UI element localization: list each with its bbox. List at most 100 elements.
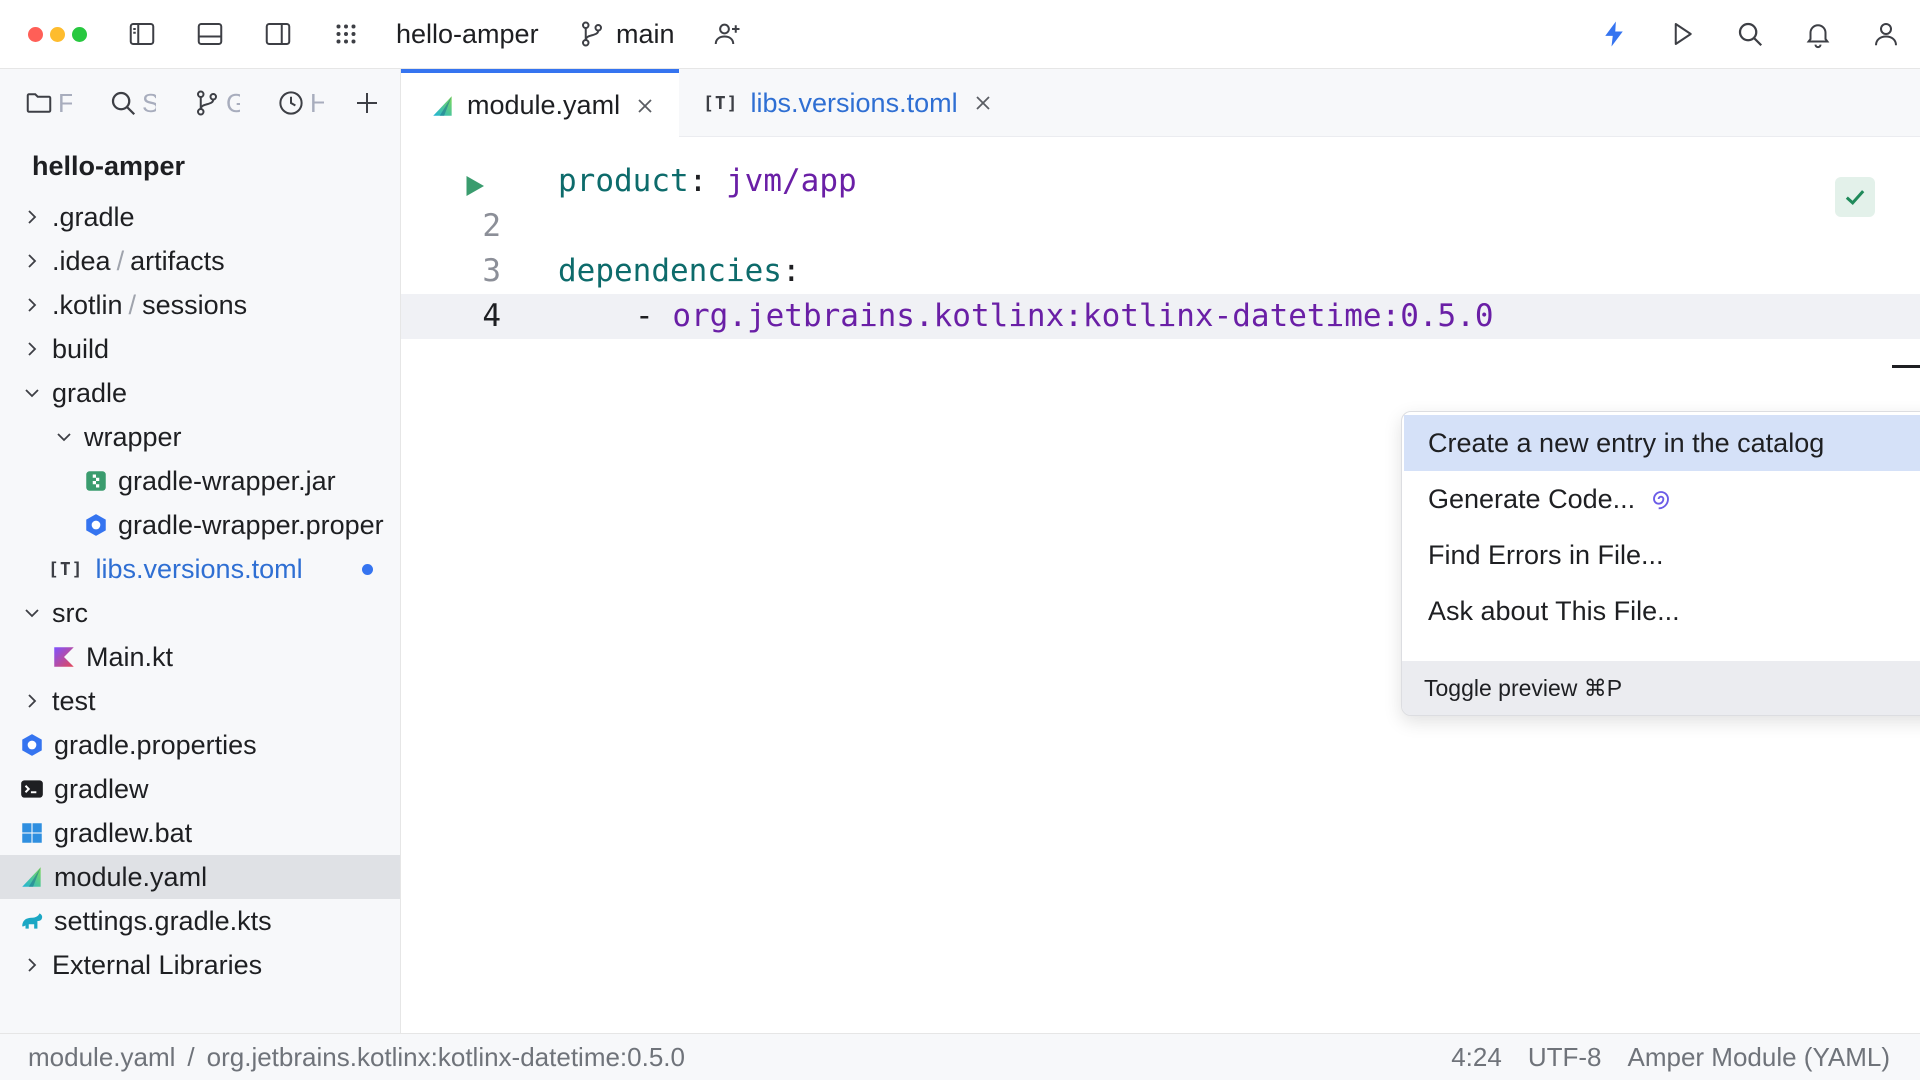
apps-grid-icon[interactable] <box>326 14 366 54</box>
tree-item-settings-gradle-kts[interactable]: settings.gradle.kts <box>0 899 400 943</box>
tree-item-label: gradlew <box>54 773 149 804</box>
chevron-right-icon[interactable] <box>20 249 44 273</box>
editor-area: module.yaml [T] libs.versions.toml produ… <box>401 69 1920 1033</box>
breadcrumb-separator: / <box>187 1042 195 1072</box>
user-icon[interactable] <box>1866 14 1906 54</box>
path-separator: / <box>128 289 137 320</box>
chevron-down-icon[interactable] <box>20 381 44 405</box>
chevron-right-icon[interactable] <box>20 689 44 713</box>
tree-item-gradle-wrapper-jar[interactable]: gradle-wrapper.jar <box>0 459 400 503</box>
yaml-dash: - <box>635 298 673 334</box>
tab-history[interactable]: H <box>276 83 324 123</box>
menu-item-label: Ask about This File... <box>1428 596 1680 626</box>
sidebar-left-icon[interactable] <box>122 14 162 54</box>
tree-item-gradle-properties[interactable]: gradle.properties <box>0 723 400 767</box>
clock-icon <box>279 91 303 115</box>
tab-search-label: S <box>142 87 156 118</box>
bottom-panel-icon[interactable] <box>190 14 230 54</box>
file-type[interactable]: Amper Module (YAML) <box>1628 1034 1891 1080</box>
amper-icon <box>18 863 46 891</box>
lightning-icon[interactable] <box>1594 14 1634 54</box>
tree-item-src[interactable]: src <box>0 591 400 635</box>
editor-tab-bar: module.yaml [T] libs.versions.toml <box>401 69 1920 138</box>
tree-item-label: External Libraries <box>52 949 263 980</box>
tab-module-yaml[interactable]: module.yaml <box>401 69 679 138</box>
tree-item-gradle-wrapper-properties[interactable]: gradle-wrapper.proper <box>0 503 400 547</box>
tree-item-label: gradle-wrapper.proper <box>118 509 384 540</box>
menu-item-ask-about-file[interactable]: Ask about This File... <box>1404 583 1920 639</box>
chevron-right-icon[interactable] <box>20 953 44 977</box>
tree-item-gradle[interactable]: gradle <box>0 371 400 415</box>
menu-item-create-catalog-entry[interactable]: Create a new entry in the catalog <box>1404 415 1920 471</box>
file-encoding[interactable]: UTF-8 <box>1528 1034 1602 1080</box>
tree-item-kotlin[interactable]: .kotlin / sessions <box>0 283 400 327</box>
tree-item-build[interactable]: build <box>0 327 400 371</box>
close-window-button[interactable] <box>28 27 43 42</box>
chevron-down-icon[interactable] <box>52 425 76 449</box>
menu-item-find-errors[interactable]: Find Errors in File... <box>1404 527 1920 583</box>
tree-item-gradlew-bat[interactable]: gradlew.bat <box>0 811 400 855</box>
code-text: - org.jetbrains.kotlinx:kotlinx-datetime… <box>635 294 1494 339</box>
tab-files-label: F <box>58 87 72 118</box>
yaml-value: org.jetbrains.kotlinx:kotlinx-datetime:0… <box>672 298 1494 334</box>
tab-libs-versions-toml[interactable]: [T] libs.versions.toml <box>703 69 994 137</box>
scrollbar-marker[interactable] <box>1892 365 1920 368</box>
project-selector[interactable]: hello-amper <box>396 0 539 68</box>
add-user-icon[interactable] <box>707 14 747 54</box>
tree-item-libs-versions-toml[interactable]: [T] libs.versions.toml <box>0 547 400 591</box>
close-icon[interactable] <box>972 92 994 114</box>
chevron-right-icon[interactable] <box>20 337 44 361</box>
tab-history-label: H <box>310 87 324 118</box>
tree-item-idea[interactable]: .idea / artifacts <box>0 239 400 283</box>
menu-item-generate-code[interactable]: Generate Code... <box>1404 471 1920 527</box>
breadcrumb-file[interactable]: module.yaml <box>28 1042 175 1072</box>
toml-icon: [T] <box>703 92 739 114</box>
breadcrumb-dependency[interactable]: org.jetbrains.kotlinx:kotlinx-datetime:0… <box>207 1042 685 1072</box>
yaml-key: product <box>558 163 689 199</box>
toml-icon: [T] <box>48 558 84 580</box>
tree-item-external-libraries[interactable]: External Libraries <box>0 943 400 987</box>
tree-item-dot-gradle[interactable]: .gradle <box>0 195 400 239</box>
caret-position[interactable]: 4:24 <box>1451 1034 1502 1080</box>
tab-search[interactable]: S <box>108 83 156 123</box>
code-line-3: 3 dependencies: <box>401 249 1920 294</box>
tab-git-label: G <box>226 87 240 118</box>
tree-item-module-yaml[interactable]: module.yaml <box>0 855 400 899</box>
bell-icon[interactable] <box>1798 14 1838 54</box>
amper-icon <box>429 92 457 120</box>
tree-item-label: libs.versions.toml <box>95 553 303 584</box>
inspection-ok-indicator[interactable] <box>1835 177 1875 217</box>
tree-item-test[interactable]: test <box>0 679 400 723</box>
chevron-right-icon[interactable] <box>20 293 44 317</box>
line-number: 4 <box>482 298 501 334</box>
project-title: hello-amper <box>32 151 186 181</box>
chevron-down-icon[interactable] <box>20 601 44 625</box>
tree-item-wrapper[interactable]: wrapper <box>0 415 400 459</box>
branch-selector[interactable]: main <box>616 0 675 68</box>
close-icon[interactable] <box>634 95 656 117</box>
search-icon[interactable] <box>1730 14 1770 54</box>
tab-label: libs.versions.toml <box>750 87 958 118</box>
tab-git[interactable]: G <box>192 83 240 123</box>
sidebar-right-icon[interactable] <box>258 14 298 54</box>
code-text: dependencies: <box>558 249 801 294</box>
toggle-preview-hint[interactable]: Toggle preview ⌘P <box>1402 661 1920 715</box>
modified-indicator <box>362 564 373 575</box>
tree-item-main-kt[interactable]: Main.kt <box>0 635 400 679</box>
code-line-1: product: jvm/app <box>401 159 1920 204</box>
tree-item-gradlew[interactable]: gradlew <box>0 767 400 811</box>
run-gutter-icon[interactable] <box>459 171 489 201</box>
search-icon <box>111 91 136 116</box>
tree-item-label: settings.gradle.kts <box>54 905 272 936</box>
minimize-window-button[interactable] <box>50 27 65 42</box>
maximize-window-button[interactable] <box>72 27 87 42</box>
chevron-right-icon[interactable] <box>20 205 44 229</box>
tree-item-label: gradle.properties <box>54 729 257 760</box>
tab-files[interactable]: F <box>24 83 72 123</box>
add-tab-button[interactable] <box>352 83 382 123</box>
tree-item-label: gradle <box>52 377 128 408</box>
check-icon <box>1845 190 1865 205</box>
run-icon[interactable] <box>1662 14 1702 54</box>
sidebar-tool-tabs: F S G H <box>0 69 400 137</box>
tree-item-sublabel: artifacts <box>130 245 225 276</box>
